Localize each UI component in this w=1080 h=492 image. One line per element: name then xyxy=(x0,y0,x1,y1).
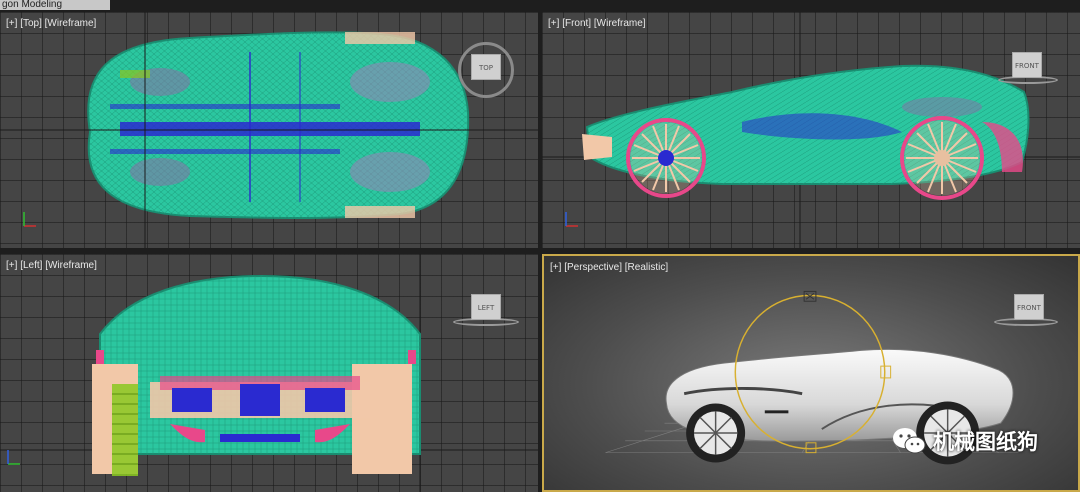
viewport-view-button[interactable]: [Left] xyxy=(20,260,42,271)
viewport-menu-button[interactable]: [+] xyxy=(6,260,17,271)
axis-tripod-icon xyxy=(7,450,20,465)
car-wireframe-left xyxy=(0,254,538,492)
ribbon-tab-polygon-modeling[interactable]: gon Modeling xyxy=(0,0,110,10)
viewport-label: [+] [Front] [Wireframe] xyxy=(548,18,646,29)
watermark: 机械图纸狗 xyxy=(891,426,1038,456)
watermark-text: 机械图纸狗 xyxy=(933,430,1038,454)
viewport-perspective[interactable]: [+] [Perspective] [Realistic] FRONT 机械图纸… xyxy=(542,254,1080,492)
viewport-menu-button[interactable]: [+] xyxy=(6,18,17,29)
axis-tripod-icon xyxy=(565,212,578,227)
viewport-label: [+] [Top] [Wireframe] xyxy=(6,18,96,29)
viewport-label: [+] [Perspective] [Realistic] xyxy=(550,262,668,273)
viewport-shading-button[interactable]: [Realistic] xyxy=(625,262,668,273)
viewport-label: [+] [Left] [Wireframe] xyxy=(6,260,97,271)
viewcube[interactable]: TOP xyxy=(471,54,501,80)
viewport-view-button[interactable]: [Top] xyxy=(20,18,42,29)
car-wireframe-top xyxy=(0,12,538,248)
viewport-front[interactable]: [+] [Front] [Wireframe] FRONT xyxy=(542,12,1080,248)
viewport-view-button[interactable]: [Front] xyxy=(562,18,591,29)
viewcube[interactable]: LEFT xyxy=(471,294,501,320)
viewport-view-button[interactable]: [Perspective] xyxy=(564,262,622,273)
front-wheel xyxy=(626,118,706,198)
viewport-shading-button[interactable]: [Wireframe] xyxy=(45,18,97,29)
viewcube[interactable]: FRONT xyxy=(1012,52,1042,78)
viewport-shading-button[interactable]: [Wireframe] xyxy=(45,260,97,271)
axis-tripod-icon xyxy=(23,212,36,227)
rear-wheel xyxy=(900,116,984,200)
viewport-top[interactable]: [+] [Top] [Wireframe] TOP xyxy=(0,12,538,248)
front-wheel xyxy=(686,403,746,463)
viewport-menu-button[interactable]: [+] xyxy=(550,262,561,273)
viewcube[interactable]: FRONT xyxy=(1014,294,1044,320)
viewport-menu-button[interactable]: [+] xyxy=(548,18,559,29)
wechat-icon xyxy=(893,428,926,454)
viewport-left[interactable]: [+] [Left] [Wireframe] LEFT xyxy=(0,254,538,492)
viewport-shading-button[interactable]: [Wireframe] xyxy=(594,18,646,29)
car-wireframe-front xyxy=(542,12,1080,248)
